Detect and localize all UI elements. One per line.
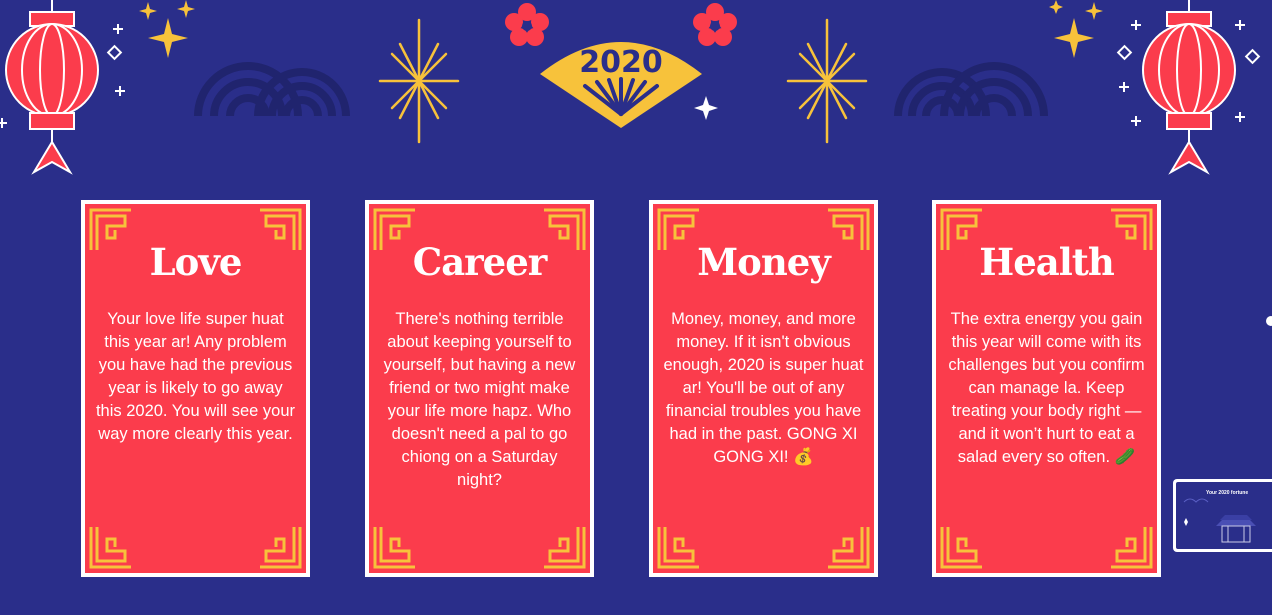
fortune-card-health: Health The extra energy you gain this ye… (932, 200, 1161, 577)
banner-decorations: 2020 (0, 0, 1261, 175)
card-title: Career (412, 240, 548, 284)
corner-ornament-icon (657, 527, 699, 569)
card-body: Money, money, and more money. If it isn'… (663, 310, 864, 466)
corner-ornament-icon (373, 527, 415, 569)
plum-flower-right-icon (693, 3, 737, 46)
fortune-card-money: Money Money, money, and more money. If i… (649, 200, 878, 577)
plum-flower-left-icon (505, 3, 549, 46)
corner-ornament-icon (544, 527, 586, 569)
fortune-card-love: Love Your love life super huat this year… (81, 200, 310, 577)
card-body: The extra energy you gain this year will… (948, 310, 1145, 466)
scroll-indicator[interactable] (1266, 316, 1272, 326)
corner-ornament-icon (828, 527, 870, 569)
firework-left-icon (378, 18, 460, 144)
card-body: Your love life super huat this year ar! … (95, 310, 296, 443)
card-title: Love (149, 240, 243, 284)
card-title: Money (697, 240, 831, 284)
card-body: There's nothing terrible about keeping y… (383, 310, 576, 489)
lantern-right-icon (1142, 0, 1236, 175)
twinkle-icon (694, 96, 718, 120)
temple-icon (1183, 498, 1256, 543)
firework-right-icon (786, 18, 868, 144)
corner-ornament-icon (940, 527, 982, 569)
fan-year-text: 2020 (579, 45, 663, 80)
wave-cloud-right-icon (894, 62, 1048, 117)
corner-ornament-icon (260, 527, 302, 569)
corner-ornament-icon (1111, 527, 1153, 569)
lantern-left-icon (5, 0, 99, 175)
next-slide-thumbnail[interactable]: Your 2020 fortune (1173, 479, 1272, 552)
corner-ornament-icon (89, 527, 131, 569)
wave-cloud-left-icon (194, 62, 350, 117)
fortune-card-career: Career There's nothing terrible about ke… (365, 200, 594, 577)
card-title: Health (979, 240, 1115, 284)
